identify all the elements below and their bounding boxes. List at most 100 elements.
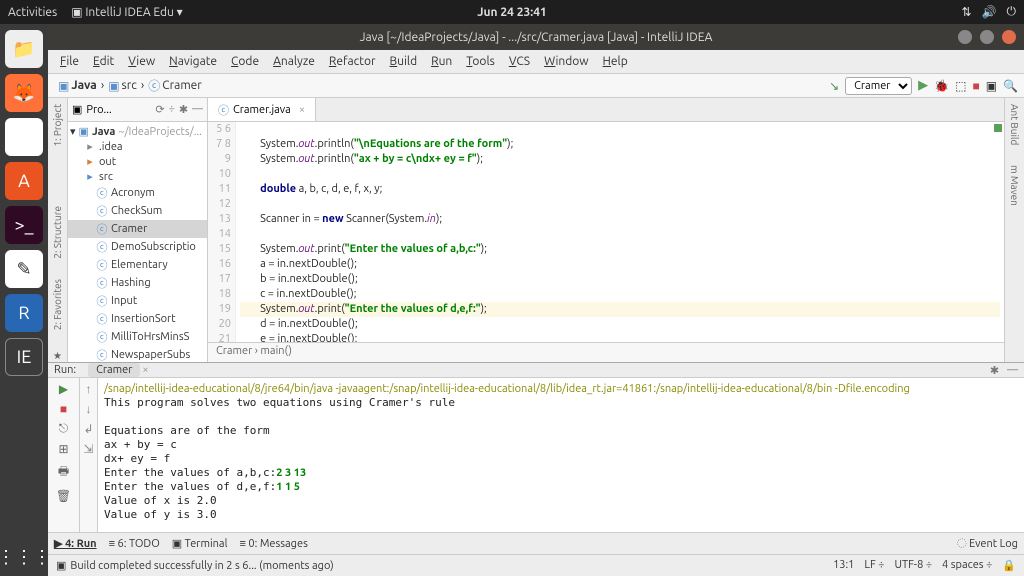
rerun-icon[interactable]: ▶ — [59, 382, 68, 396]
tree-input[interactable]: ⓒInput — [68, 292, 207, 310]
wrap-icon[interactable]: ↲ — [83, 422, 93, 436]
layout-icon[interactable]: ⊞ — [58, 442, 68, 456]
menu-analyze[interactable]: Analyze — [267, 53, 321, 70]
stop-icon[interactable]: ■ — [60, 402, 67, 416]
menu-build[interactable]: Build — [384, 53, 424, 70]
rstudio-icon[interactable]: R — [5, 294, 43, 332]
tree-out[interactable]: ▸out — [68, 154, 207, 169]
line-sep[interactable]: LF ÷ — [864, 559, 884, 572]
menu-code[interactable]: Code — [225, 53, 265, 70]
scroll-icon[interactable]: ⇲ — [83, 442, 93, 456]
caret-pos[interactable]: 13:1 — [833, 559, 854, 572]
menu-tools[interactable]: Tools — [460, 53, 501, 70]
tab-close-icon[interactable]: × — [299, 104, 305, 116]
files-icon[interactable]: 📁 — [5, 30, 43, 68]
firefox-icon[interactable]: 🦊 — [5, 74, 43, 112]
close-button[interactable] — [1002, 30, 1016, 44]
app-window: Java [~/IdeaProjects/Java] - .../src/Cra… — [48, 24, 1024, 576]
inspection-indicator[interactable] — [994, 124, 1002, 132]
tool-maven[interactable]: m Maven — [1009, 165, 1020, 206]
down-icon[interactable]: ↓ — [86, 402, 92, 416]
print-icon[interactable]: 🖶 — [58, 462, 69, 483]
tab-cramer[interactable]: ⓒCramer.java× — [208, 98, 316, 121]
intellij-icon[interactable]: IE — [5, 338, 43, 376]
software-icon[interactable]: A — [5, 162, 43, 200]
maximize-button[interactable] — [980, 30, 994, 44]
menu-bar: FileEditViewNavigateCodeAnalyzeRefactorB… — [48, 50, 1024, 74]
tree-insertionsort[interactable]: ⓒInsertionSort — [68, 310, 207, 328]
settings-icon[interactable]: ✱ — [179, 103, 188, 116]
tree-cramer[interactable]: ⓒCramer — [68, 220, 207, 238]
event-log[interactable]: ◌ Event Log — [957, 538, 1018, 550]
tree-acronym[interactable]: ⓒAcronym — [68, 184, 207, 202]
code-editor[interactable]: 5 6 7 8 9 10 11 12 13 14 15 16 17 18 19 … — [208, 122, 1004, 342]
menu-refactor[interactable]: Refactor — [323, 53, 382, 70]
menu-view[interactable]: View — [122, 53, 161, 70]
gear-icon[interactable]: ✱ — [990, 364, 999, 377]
layout-icon[interactable]: ▣ — [986, 79, 997, 93]
tool-ant[interactable]: Ant Build — [1009, 104, 1020, 145]
collapse-icon[interactable]: ÷ — [169, 103, 175, 116]
menu-run[interactable]: Run — [425, 53, 458, 70]
indent[interactable]: 4 spaces ÷ — [942, 559, 992, 572]
hide-icon[interactable]: — — [192, 103, 203, 116]
encoding[interactable]: UTF-8 ÷ — [895, 559, 933, 572]
crumb-file[interactable]: ⓒCramer — [144, 77, 206, 94]
network-icon[interactable]: ⇅ — [961, 5, 971, 19]
terminal-icon[interactable]: >_ — [5, 206, 43, 244]
bottom-tab[interactable]: ▣ Terminal — [172, 537, 228, 550]
stop-button[interactable]: ■ — [972, 79, 979, 93]
menu-vcs[interactable]: VCS — [503, 53, 536, 70]
tree-src[interactable]: ▸src — [68, 169, 207, 184]
activities-label[interactable]: Activities — [8, 6, 57, 19]
run-button[interactable]: ▶ — [918, 78, 928, 93]
bottom-tab[interactable]: ≡ 6: TODO — [109, 538, 160, 550]
nav-bar: ▣Java› ▣src› ⓒCramer ↘ Cramer ▶ 🐞 ⬚ ■ ▣ … — [48, 74, 1024, 98]
run-config-select[interactable]: Cramer — [845, 77, 912, 95]
tree-newspapersubs[interactable]: ⓒNewspaperSubs — [68, 346, 207, 362]
run-config-chip[interactable]: Cramer — [88, 363, 140, 377]
bottom-tab[interactable]: ▶ 4: Run — [54, 537, 97, 550]
menu-file[interactable]: File — [54, 53, 85, 70]
tool-project[interactable]: 1: Project — [52, 104, 63, 147]
editor-breadcrumb[interactable]: Cramer › main() — [208, 342, 1004, 362]
debug-button[interactable]: 🐞 — [934, 79, 949, 93]
tree-demosubscriptio[interactable]: ⓒDemoSubscriptio — [68, 238, 207, 256]
app-menu[interactable]: ▣ IntelliJ IDEA Edu ▾ — [71, 5, 182, 19]
apps-grid-icon[interactable]: ⋮⋮⋮ — [5, 538, 43, 576]
menu-navigate[interactable]: Navigate — [163, 53, 223, 70]
project-tree[interactable]: ▾ ▣ Java ~/IdeaProjects/...▸.idea▸out▸sr… — [68, 122, 207, 362]
tree-hashing[interactable]: ⓒHashing — [68, 274, 207, 292]
system-tray[interactable]: ⇅ 🔊 ⏻ — [961, 5, 1016, 19]
tree-root[interactable]: ▾ ▣ Java ~/IdeaProjects/... — [68, 124, 207, 139]
tab-close-icon[interactable]: × — [142, 364, 148, 376]
gedit-icon[interactable]: ✎ — [5, 250, 43, 288]
volume-icon[interactable]: 🔊 — [982, 5, 997, 19]
crumb-src[interactable]: ▣src — [104, 79, 141, 93]
tree-checksum[interactable]: ⓒCheckSum — [68, 202, 207, 220]
crumb-java[interactable]: ▣Java — [54, 79, 101, 93]
minimize-button[interactable] — [958, 30, 972, 44]
tool-structure[interactable]: 2: Structure — [52, 206, 63, 259]
tree-millitohrsminss[interactable]: ⓒMilliToHrsMinsS — [68, 328, 207, 346]
coverage-button[interactable]: ⬚ — [955, 79, 966, 93]
search-icon[interactable]: 🔍 — [1003, 79, 1018, 93]
up-icon[interactable]: ↑ — [86, 382, 92, 396]
chrome-icon[interactable]: ◉ — [5, 118, 43, 156]
bottom-tab[interactable]: ≡ 0: Messages — [239, 538, 307, 550]
trash-icon[interactable]: 🗑 — [56, 489, 71, 503]
tool-favorites[interactable]: 2: Favorites — [52, 279, 63, 330]
os-topbar: Activities ▣ IntelliJ IDEA Edu ▾ Jun 24 … — [0, 0, 1024, 24]
sync-icon[interactable]: ⟳ — [155, 103, 164, 116]
power-icon[interactable]: ⏻ — [1007, 5, 1017, 19]
menu-edit[interactable]: Edit — [87, 53, 120, 70]
exit-icon[interactable]: ⎋ — [59, 422, 69, 436]
menu-help[interactable]: Help — [597, 53, 634, 70]
build-icon[interactable]: ↘ — [829, 79, 839, 93]
tree-.idea[interactable]: ▸.idea — [68, 139, 207, 154]
lock-icon[interactable]: 🔒 — [1002, 559, 1016, 572]
menu-window[interactable]: Window — [538, 53, 594, 70]
minimize-panel-icon[interactable]: — — [1007, 364, 1018, 377]
titlebar: Java [~/IdeaProjects/Java] - .../src/Cra… — [48, 24, 1024, 50]
tree-elementary[interactable]: ⓒElementary — [68, 256, 207, 274]
